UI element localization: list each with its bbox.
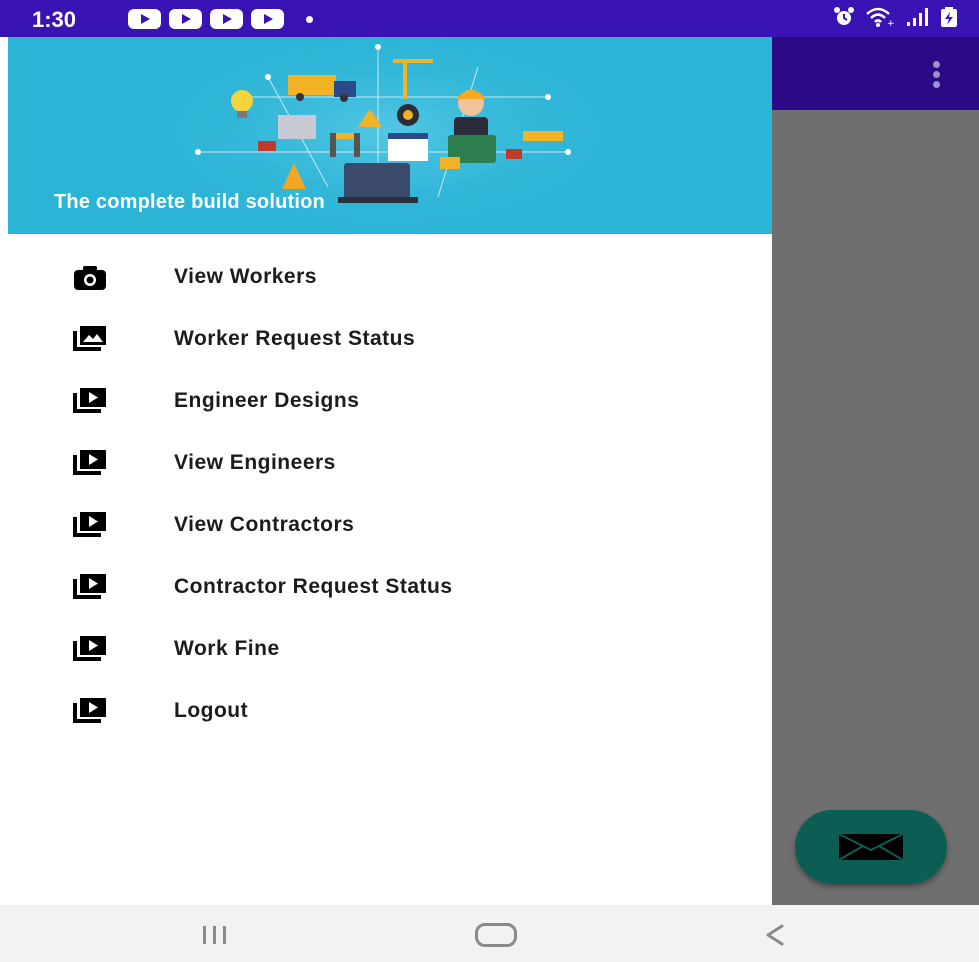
menu-item-label: Contractor Request Status [174, 575, 453, 598]
status-bar: 1:30 + [0, 0, 979, 37]
mail-fab[interactable] [795, 810, 947, 884]
system-nav-bar [0, 905, 979, 962]
header-tagline: The complete build solution [54, 191, 325, 213]
youtube-icon [251, 9, 284, 29]
menu-item-view-engineers[interactable]: View Engineers [8, 434, 772, 490]
dot-icon [306, 15, 313, 23]
menu-item-work-fine[interactable]: Work Fine [8, 620, 772, 676]
menu-item-label: View Contractors [174, 513, 355, 536]
overflow-menu-icon[interactable] [933, 61, 941, 88]
menu-item-label: Worker Request Status [174, 327, 416, 350]
video-library-icon [73, 636, 106, 661]
menu-item-engineer-designs[interactable]: Engineer Designs [8, 372, 772, 428]
app-bar [772, 37, 979, 110]
battery-icon [941, 7, 957, 27]
menu-item-contractor-request-status[interactable]: Contractor Request Status [8, 558, 772, 614]
youtube-icon [169, 9, 202, 29]
home-button[interactable] [475, 923, 517, 947]
menu-item-label: Engineer Designs [174, 389, 360, 412]
menu-item-label: View Engineers [174, 451, 336, 474]
menu-item-view-workers[interactable]: View Workers [8, 248, 772, 304]
system-icons: + [833, 6, 959, 28]
youtube-icon [128, 9, 161, 29]
menu-item-worker-request-status[interactable]: Worker Request Status [8, 310, 772, 366]
notification-icons [128, 9, 313, 29]
signal-icon [907, 8, 928, 26]
menu-item-logout[interactable]: Logout [8, 682, 772, 738]
gallery-icon [73, 326, 106, 351]
mail-icon [839, 834, 903, 860]
drawer-header: The complete build solution [8, 37, 772, 234]
youtube-icon [210, 9, 243, 29]
menu-item-label: Logout [174, 699, 249, 722]
wifi-icon: + [866, 7, 895, 28]
menu-item-label: Work Fine [174, 637, 280, 660]
video-library-icon [73, 450, 106, 475]
video-library-icon [73, 388, 106, 413]
camera-icon [74, 266, 106, 290]
alarm-icon [834, 7, 854, 25]
svg-text:+: + [887, 19, 895, 28]
video-library-icon [73, 512, 106, 537]
navigation-drawer: The complete build solution View Workers… [8, 37, 772, 905]
drawer-scrim[interactable] [772, 110, 979, 905]
video-library-icon [73, 698, 106, 723]
video-library-icon [73, 574, 106, 599]
menu-item-view-contractors[interactable]: View Contractors [8, 496, 772, 552]
recents-button[interactable] [203, 926, 226, 944]
menu-item-label: View Workers [174, 265, 317, 288]
back-button[interactable] [762, 922, 788, 948]
status-time: 1:30 [32, 7, 77, 32]
